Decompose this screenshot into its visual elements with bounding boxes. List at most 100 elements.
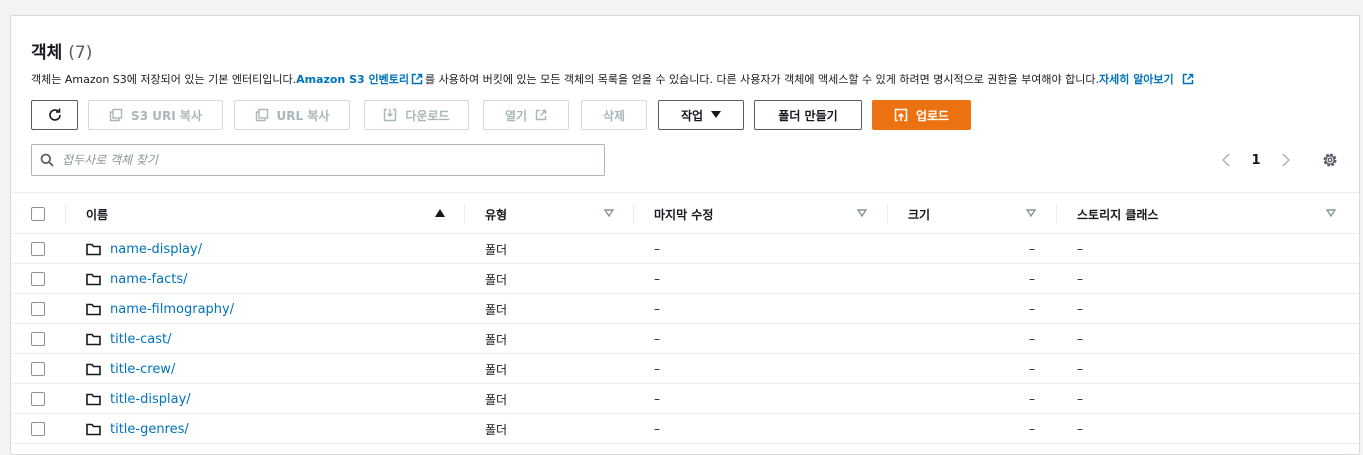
object-name-link[interactable]: name-facts/ — [110, 272, 188, 287]
folder-icon — [86, 393, 101, 405]
column-divider — [464, 204, 465, 224]
object-name-link[interactable]: title-genres/ — [110, 422, 189, 437]
copy-icon — [109, 108, 123, 122]
copy-s3-uri-label: S3 URI 복사 — [131, 108, 202, 123]
name-cell: title-genres/ — [86, 414, 189, 444]
folder-icon — [86, 273, 101, 285]
last-modified-cell: – — [654, 242, 660, 256]
column-label: 크기 — [908, 207, 931, 222]
search-icon — [40, 153, 54, 167]
storage-class-cell: – — [1077, 302, 1083, 316]
size-cell: – — [1029, 392, 1035, 406]
table-row[interactable]: title-crew/ 폴더 – – – — [11, 354, 1359, 384]
preferences-button[interactable] — [1317, 147, 1343, 173]
storage-class-cell: – — [1077, 332, 1083, 346]
folder-icon — [86, 363, 101, 375]
table-row[interactable]: title-display/ 폴더 – – – — [11, 384, 1359, 414]
column-header-storage-class[interactable]: 스토리지 클래스 — [1056, 193, 1357, 235]
name-cell: name-facts/ — [86, 264, 188, 294]
refresh-button[interactable] — [31, 100, 78, 130]
row-checkbox[interactable] — [31, 302, 45, 316]
chevron-left-icon — [1221, 153, 1230, 167]
row-checkbox[interactable] — [31, 362, 45, 376]
column-divider — [1056, 204, 1057, 224]
size-cell: – — [1029, 332, 1035, 346]
actions-dropdown[interactable]: 작업 — [658, 100, 744, 130]
column-label: 마지막 수정 — [654, 207, 714, 222]
column-label: 스토리지 클래스 — [1077, 207, 1159, 222]
column-header-type[interactable]: 유형 — [464, 193, 633, 235]
row-checkbox[interactable] — [31, 272, 45, 286]
copy-icon — [255, 108, 268, 122]
panel-header: 객체 (7) — [31, 38, 92, 63]
object-count: (7) — [68, 43, 93, 63]
delete-button[interactable]: 삭제 — [581, 100, 647, 130]
learn-more-link[interactable]: 자세히 알아보기 — [1099, 71, 1174, 87]
last-modified-cell: – — [654, 392, 660, 406]
last-modified-cell: – — [654, 362, 660, 376]
table-row[interactable]: title-genres/ 폴더 – – – — [11, 414, 1359, 444]
folder-icon — [86, 243, 101, 255]
object-name-link[interactable]: title-crew/ — [110, 362, 175, 377]
type-cell: 폴더 — [485, 242, 508, 257]
folder-icon — [86, 333, 101, 345]
column-header-name[interactable]: 이름 — [65, 193, 464, 235]
row-checkbox[interactable] — [31, 392, 45, 406]
column-divider — [65, 204, 66, 224]
object-name-link[interactable]: name-filmography/ — [110, 302, 234, 317]
copy-s3-uri-button[interactable]: S3 URI 복사 — [88, 100, 223, 130]
type-cell: 폴더 — [485, 392, 508, 407]
create-folder-button[interactable]: 폴더 만들기 — [754, 100, 862, 130]
object-name-link[interactable]: title-display/ — [110, 392, 191, 407]
inventory-link[interactable]: Amazon S3 인벤토리 — [296, 71, 409, 87]
row-checkbox[interactable] — [31, 422, 45, 436]
last-modified-cell: – — [654, 272, 660, 286]
sort-icon — [1325, 209, 1337, 218]
search-input[interactable] — [62, 153, 582, 167]
search-box[interactable] — [31, 144, 605, 176]
select-all-checkbox[interactable] — [31, 207, 45, 221]
storage-class-cell: – — [1077, 422, 1083, 436]
size-cell: – — [1029, 302, 1035, 316]
name-cell: title-crew/ — [86, 354, 175, 384]
external-link-icon[interactable] — [1182, 73, 1194, 85]
row-checkbox[interactable] — [31, 242, 45, 256]
description-text-2: 를 사용하여 버킷에 있는 모든 객체의 목록을 얻을 수 있습니다. 다른 사… — [424, 73, 1099, 86]
name-cell: name-display/ — [86, 234, 202, 264]
objects-panel: 객체 (7) 객체는 Amazon S3에 저장되어 있는 기본 엔터티입니다.… — [10, 15, 1360, 455]
column-divider — [887, 204, 888, 224]
table-row[interactable]: title-cast/ 폴더 – – – — [11, 324, 1359, 354]
current-page[interactable]: 1 — [1241, 146, 1271, 174]
last-modified-cell: – — [654, 422, 660, 436]
pagination: 1 — [1211, 146, 1301, 174]
row-checkbox[interactable] — [31, 332, 45, 346]
last-modified-cell: – — [654, 302, 660, 316]
table-row[interactable]: name-display/ 폴더 – – – — [11, 234, 1359, 264]
sort-ascending-icon — [435, 209, 445, 217]
upload-button[interactable]: 업로드 — [872, 100, 971, 130]
open-label: 열기 — [504, 108, 528, 123]
table-row[interactable]: name-facts/ 폴더 – – – — [11, 264, 1359, 294]
external-link-icon[interactable] — [411, 73, 423, 85]
open-button[interactable]: 열기 — [483, 100, 569, 130]
last-modified-cell: – — [654, 332, 660, 346]
object-name-link[interactable]: name-display/ — [110, 242, 202, 257]
chevron-right-icon — [1282, 153, 1291, 167]
storage-class-cell: – — [1077, 392, 1083, 406]
previous-page-button[interactable] — [1211, 146, 1241, 174]
size-cell: – — [1029, 362, 1035, 376]
download-button[interactable]: 다운로드 — [364, 100, 469, 130]
column-header-last-modified[interactable]: 마지막 수정 — [633, 193, 887, 235]
download-icon — [384, 108, 397, 122]
description-text-1: 객체는 Amazon S3에 저장되어 있는 기본 엔터티입니다. — [31, 73, 297, 86]
object-name-link[interactable]: title-cast/ — [110, 332, 171, 347]
create-folder-label: 폴더 만들기 — [778, 108, 838, 123]
name-cell: title-display/ — [86, 384, 191, 414]
sort-icon — [1025, 209, 1037, 218]
sort-icon — [603, 209, 615, 218]
type-cell: 폴더 — [485, 422, 508, 437]
table-row[interactable]: name-filmography/ 폴더 – – – — [11, 294, 1359, 324]
column-header-size[interactable]: 크기 — [887, 193, 1056, 235]
copy-url-button[interactable]: URL 복사 — [234, 100, 350, 130]
next-page-button[interactable] — [1271, 146, 1301, 174]
